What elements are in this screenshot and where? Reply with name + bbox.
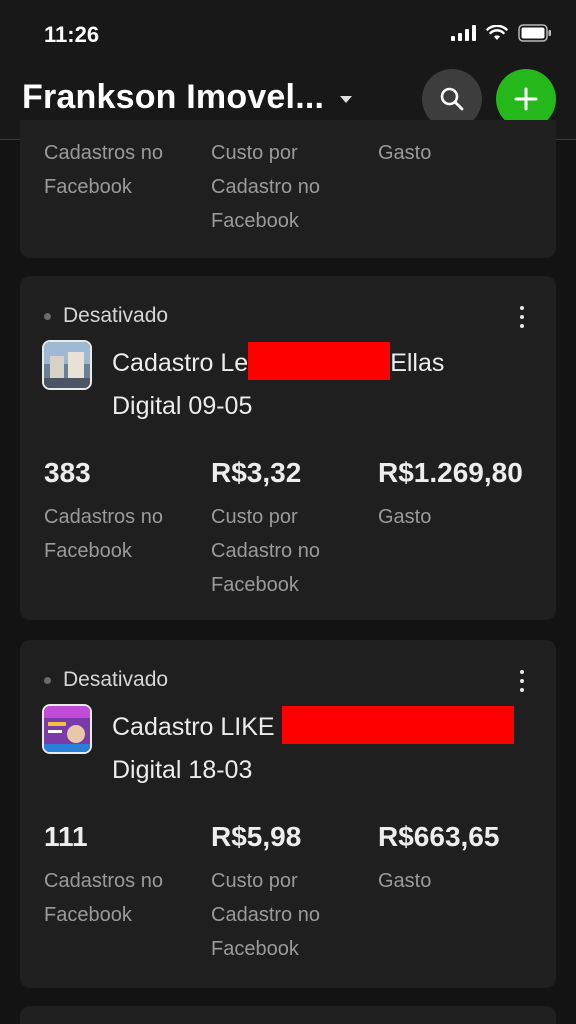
more-vertical-icon[interactable] — [518, 670, 526, 692]
metric-cost-per-lead: R$3,32 Custo por Cadastro no Facebook — [211, 448, 371, 602]
account-selector[interactable]: Frankson Imovel... — [22, 78, 324, 117]
metric-label: Custo por Cadastro no Facebook — [211, 506, 320, 596]
metric-leads: Cadastros no Facebook — [44, 134, 204, 204]
metric-label: Gasto — [378, 870, 432, 892]
redaction-block — [248, 342, 391, 380]
more-vertical-icon[interactable] — [518, 306, 526, 328]
metric-leads: 383 Cadastros no Facebook — [44, 448, 204, 568]
status-time: 11:26 — [44, 22, 100, 47]
status-label: Desativado — [63, 668, 169, 691]
plus-icon — [514, 87, 538, 111]
campaign-thumbnail — [42, 704, 92, 754]
status-dot — [44, 312, 51, 320]
metric-label: Cadastros no Facebook — [44, 506, 163, 562]
metric-spend: Gasto — [378, 134, 548, 170]
metric-value: R$3,32 — [211, 457, 302, 488]
status-bar: 11:26 — [0, 0, 576, 66]
battery-icon — [518, 24, 552, 42]
metric-leads: 111 Cadastros no Facebook — [44, 812, 204, 932]
metric-label: Gasto — [378, 142, 432, 164]
campaign-card-partial[interactable]: Cadastros no Facebook Custo por Cadastro… — [20, 120, 556, 258]
metric-label: Cadastros no Facebook — [44, 870, 163, 926]
metric-spend: R$663,65 Gasto — [378, 812, 548, 898]
metric-value: R$5,98 — [211, 821, 302, 852]
chevron-down-icon[interactable] — [340, 96, 352, 103]
status-row: Desativado — [44, 304, 168, 328]
signal-icon — [451, 25, 476, 41]
campaign-name-prefix: Cadastro Le — [112, 349, 249, 377]
status-row: Desativado — [44, 668, 168, 692]
status-icons — [451, 24, 552, 42]
status-dot — [44, 676, 51, 684]
wifi-icon — [486, 25, 508, 41]
metric-spend: R$1.269,80 Gasto — [378, 448, 548, 534]
metric-value: 111 — [44, 821, 88, 852]
campaign-thumbnail — [42, 340, 92, 390]
campaign-name-suffix: Ellas — [390, 349, 445, 377]
campaign-card-partial[interactable] — [20, 1006, 556, 1024]
campaign-name[interactable]: Cadastro LIKE Digital 18-03 — [112, 706, 532, 792]
campaign-name[interactable]: Cadastro Le Ellas Digital 09-05 — [112, 342, 532, 428]
metric-cost-per-lead: Custo por Cadastro no Facebook — [211, 134, 371, 238]
status-label: Desativado — [63, 304, 169, 327]
campaign-card[interactable]: Desativado Cadastro Le Ellas Digital 09-0… — [20, 276, 556, 620]
metric-value: R$1.269,80 — [378, 457, 523, 488]
search-icon — [440, 87, 464, 111]
metric-cost-per-lead: R$5,98 Custo por Cadastro no Facebook — [211, 812, 371, 966]
redaction-block — [281, 706, 514, 744]
metric-label: Custo por Cadastro no Facebook — [211, 142, 320, 232]
campaign-name-prefix: Cadastro LIKE — [112, 713, 275, 741]
metric-label: Gasto — [378, 506, 432, 528]
metric-label: Cadastros no Facebook — [44, 142, 163, 198]
campaign-card[interactable]: Desativado Cadastro LIKE Digital 18-03 1… — [20, 640, 556, 988]
campaign-name-line2: Digital 09-05 — [112, 392, 253, 420]
metric-value: 383 — [44, 457, 91, 488]
campaign-name-line2: Digital 18-03 — [112, 756, 253, 784]
metric-label: Custo por Cadastro no Facebook — [211, 870, 320, 960]
metric-value: R$663,65 — [378, 821, 500, 852]
